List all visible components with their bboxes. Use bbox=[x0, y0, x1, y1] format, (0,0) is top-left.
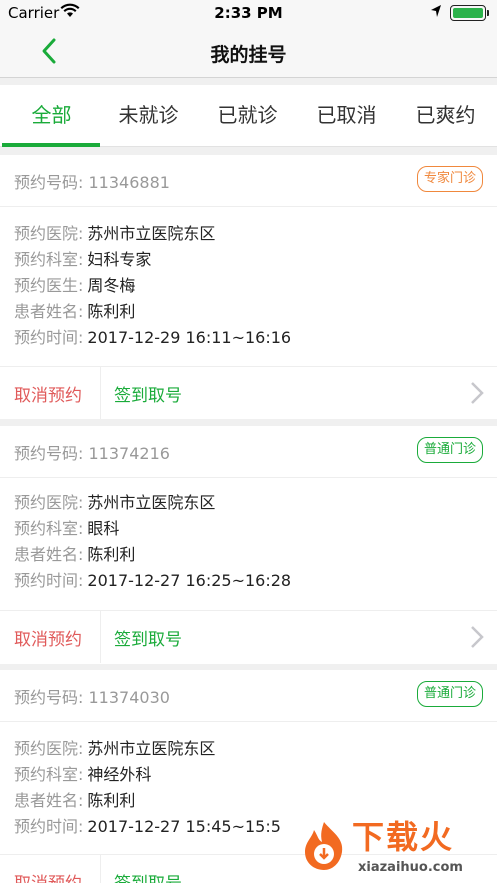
action-divider bbox=[100, 855, 101, 883]
tab-no-show[interactable]: 已爽约 bbox=[396, 85, 495, 147]
detail-row: 患者姓名: 陈利利 bbox=[14, 302, 136, 321]
flame-logo-icon bbox=[305, 822, 343, 870]
tab-visited[interactable]: 已就诊 bbox=[198, 85, 297, 147]
card-header: 预约号码: 11374216 普通门诊 bbox=[0, 426, 497, 478]
tab-not-visited[interactable]: 未就诊 bbox=[99, 85, 198, 147]
watermark-url: xiazaihuo.com bbox=[358, 860, 463, 875]
detail-row: 预约科室: 妇科专家 bbox=[14, 250, 152, 269]
detail-row: 预约医院: 苏州市立医院东区 bbox=[14, 739, 216, 758]
watermark: 下载火 xiazaihuo.com bbox=[296, 812, 497, 883]
detail-row: 预约医院: 苏州市立医院东区 bbox=[14, 493, 216, 512]
action-divider bbox=[100, 367, 101, 419]
clinic-type-badge: 普通门诊 bbox=[416, 681, 483, 707]
card-actions: 取消预约 签到取号 bbox=[0, 366, 497, 419]
clinic-type-badge: 普通门诊 bbox=[416, 437, 483, 463]
watermark-title: 下载火 bbox=[352, 818, 455, 856]
card-actions: 取消预约 签到取号 bbox=[0, 610, 497, 663]
appointment-details: 预约医院: 苏州市立医院东区 预约科室: 妇科专家 预约医生: 周冬梅 患者姓名: 陈利… bbox=[14, 221, 291, 351]
nav-bar: 我的挂号 bbox=[0, 26, 497, 78]
page-title: 我的挂号 bbox=[210, 44, 287, 66]
appointment-number: 预约号码: 11374216 bbox=[14, 444, 170, 463]
status-bar: Carrier 2:33 PM bbox=[0, 0, 497, 26]
tab-cancelled[interactable]: 已取消 bbox=[297, 85, 396, 147]
detail-row: 患者姓名: 陈利利 bbox=[14, 545, 136, 564]
detail-row: 预约时间: 2017-12-27 15:45~15:5 bbox=[14, 817, 281, 836]
detail-row: 预约医生: 周冬梅 bbox=[14, 276, 136, 295]
appointment-details: 预约医院: 苏州市立医院东区 预约科室: 神经外科 患者姓名: 陈利利 预约时间: 20… bbox=[14, 736, 281, 840]
detail-row: 预约时间: 2017-12-27 16:25~16:28 bbox=[14, 571, 292, 590]
cancel-appointment-button[interactable]: 取消预约 bbox=[14, 625, 82, 650]
chevron-right-icon[interactable] bbox=[469, 380, 485, 406]
appointment-card: 预约号码: 11346881 专家门诊 预约医院: 苏州市立医院东区 预约科室: 妇… bbox=[0, 155, 497, 419]
cancel-appointment-button[interactable]: 取消预约 bbox=[14, 869, 82, 883]
cancel-appointment-button[interactable]: 取消预约 bbox=[14, 381, 82, 406]
checkin-button[interactable]: 签到取号 bbox=[114, 625, 182, 650]
active-tab-indicator bbox=[2, 143, 100, 147]
detail-row: 预约医院: 苏州市立医院东区 bbox=[14, 224, 216, 243]
appointment-details: 预约医院: 苏州市立医院东区 预约科室: 眼科 患者姓名: 陈利利 预约时间: 2017… bbox=[14, 490, 291, 594]
detail-row: 患者姓名: 陈利利 bbox=[14, 791, 136, 810]
appointment-number: 预约号码: 11346881 bbox=[14, 173, 170, 192]
appointment-number: 预约号码: 11374030 bbox=[14, 688, 170, 707]
status-tabs: 全部 未就诊 已就诊 已取消 已爽约 bbox=[0, 85, 497, 147]
detail-row: 预约科室: 神经外科 bbox=[14, 765, 152, 784]
detail-row: 预约时间: 2017-12-29 16:11~16:16 bbox=[14, 328, 292, 347]
card-header: 预约号码: 11374030 普通门诊 bbox=[0, 670, 497, 722]
checkin-button[interactable]: 签到取号 bbox=[114, 869, 182, 883]
action-divider bbox=[100, 611, 101, 663]
tab-all[interactable]: 全部 bbox=[2, 85, 101, 147]
battery-icon bbox=[450, 5, 489, 21]
appointment-card: 预约号码: 11374216 普通门诊 预约医院: 苏州市立医院东区 预约科室: 眼… bbox=[0, 426, 497, 664]
chevron-right-icon[interactable] bbox=[469, 624, 485, 650]
clinic-type-badge: 专家门诊 bbox=[416, 166, 483, 192]
clock: 2:33 PM bbox=[214, 4, 283, 22]
checkin-button[interactable]: 签到取号 bbox=[114, 381, 182, 406]
location-arrow-icon bbox=[431, 5, 441, 17]
detail-row: 预约科室: 眼科 bbox=[14, 519, 120, 538]
card-header: 预约号码: 11346881 专家门诊 bbox=[0, 155, 497, 207]
